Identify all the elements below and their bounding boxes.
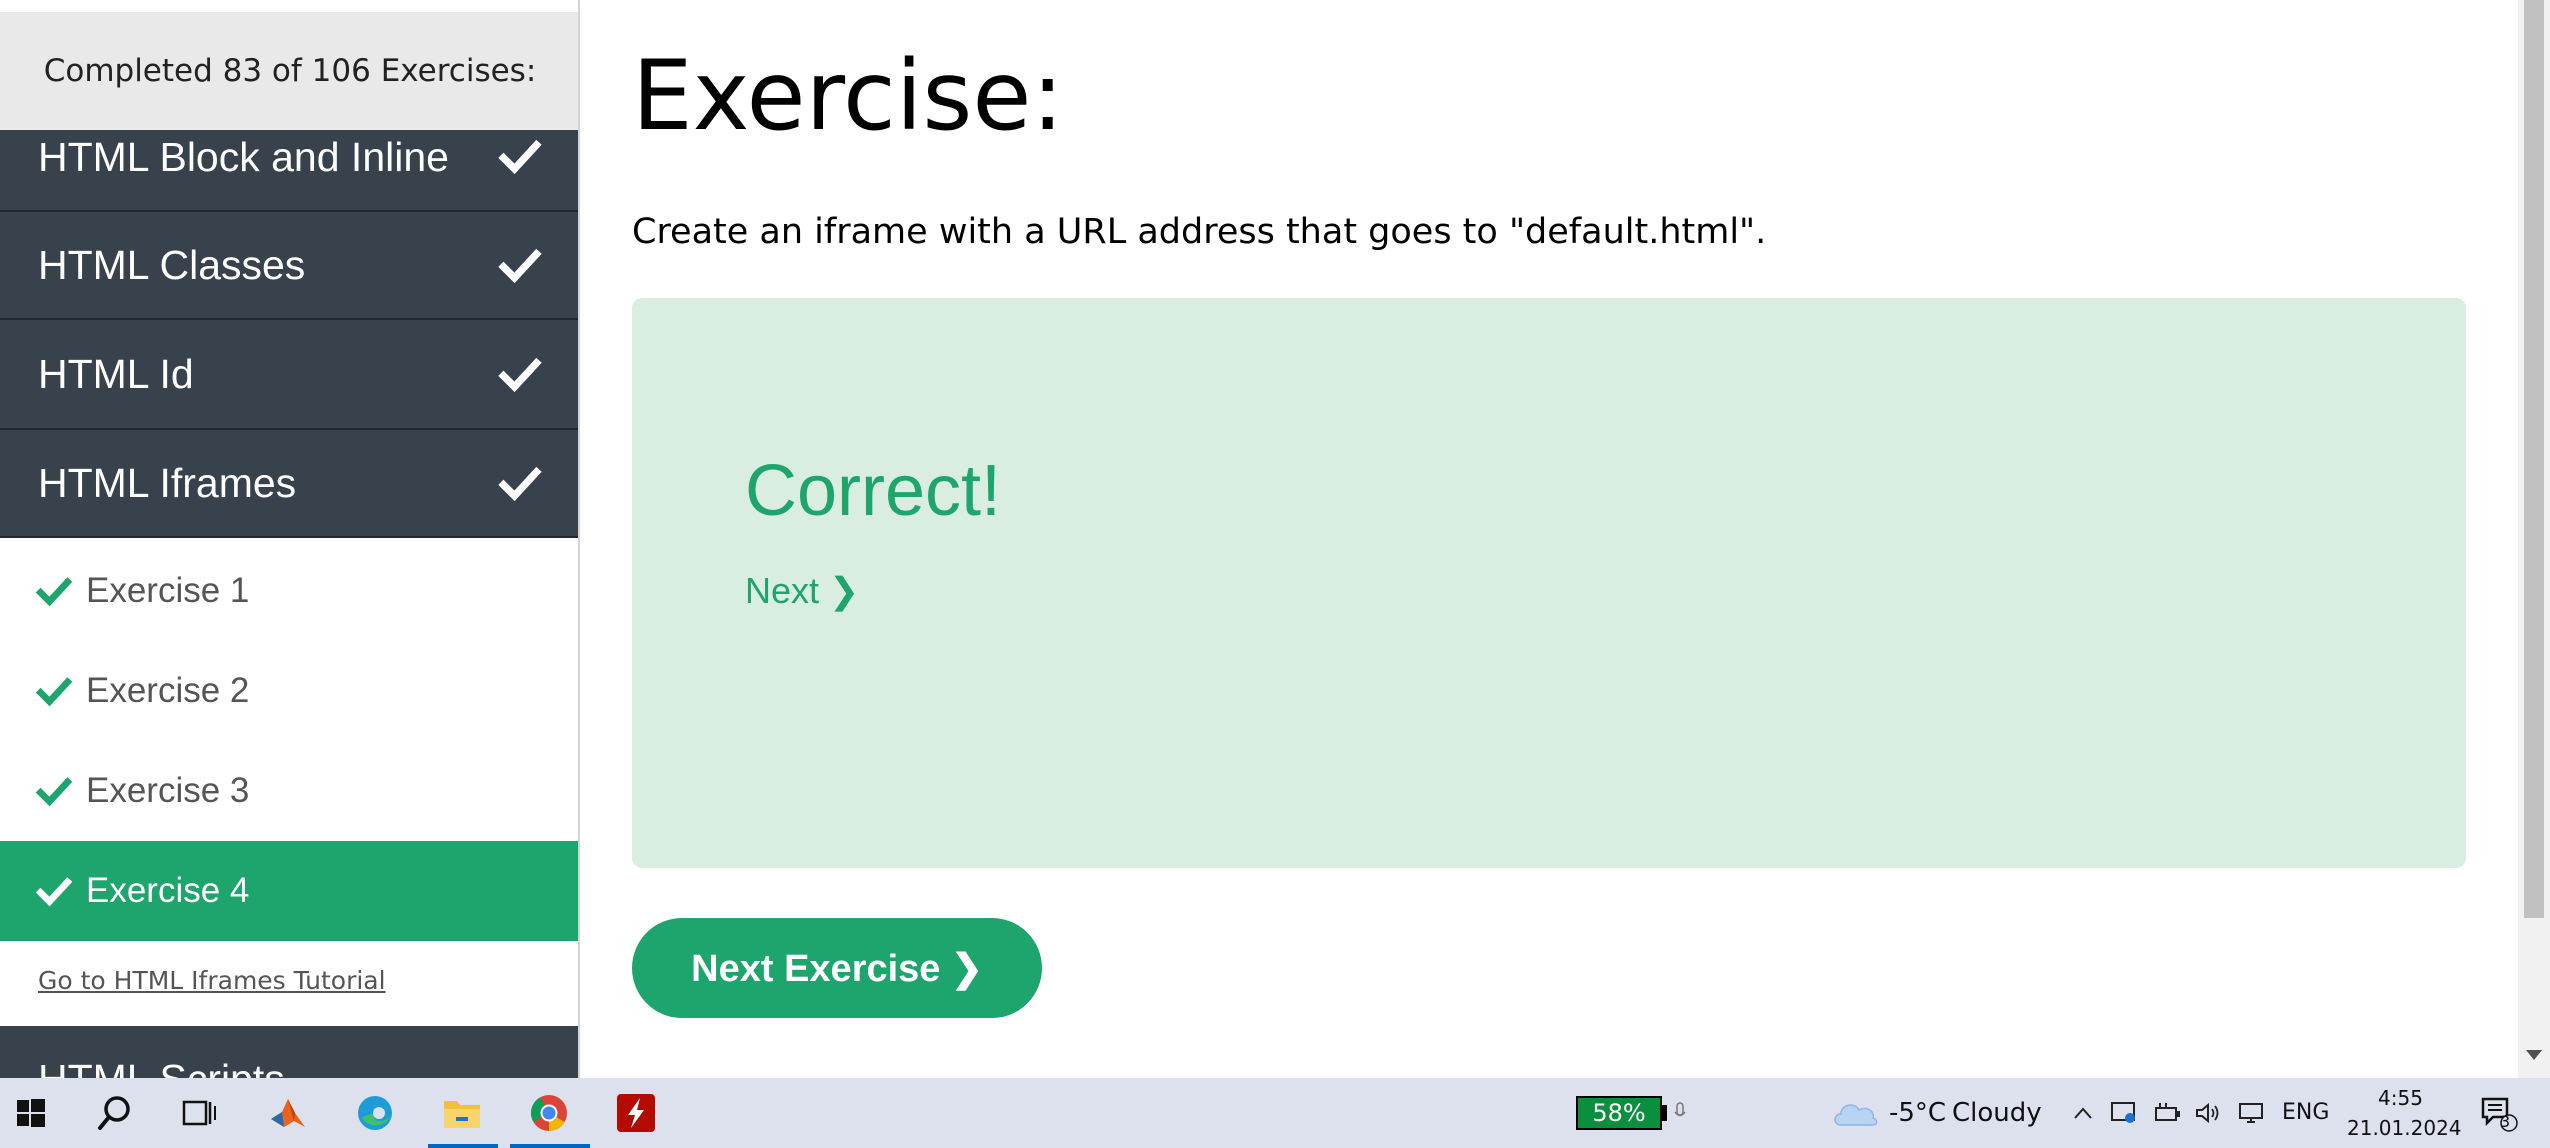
search-icon[interactable] (90, 1088, 140, 1138)
exercise-label: Exercise 2 (86, 671, 250, 710)
chapter-label: HTML Classes (38, 241, 306, 288)
checkmark-icon (36, 877, 72, 907)
next-exercise-button[interactable]: Next Exercise ❯ (632, 918, 1042, 1018)
clock-date[interactable]: 21.01.2024 (2347, 1116, 2462, 1140)
chrome-browser-icon[interactable] (524, 1088, 574, 1138)
microphone-icon[interactable] (1668, 1088, 1692, 1138)
network-icon[interactable] (2236, 1088, 2270, 1138)
checkmark-icon (36, 677, 72, 707)
scrollbar[interactable] (2518, 0, 2550, 1078)
cloudy-weather-icon[interactable] (1828, 1088, 1882, 1138)
sidebar-top-strip (0, 0, 578, 12)
windows-start-icon[interactable] (6, 1088, 56, 1138)
windows-taskbar: 58% -5°C Cloudy ENG 4:55 21.01.2024 3 (0, 1078, 2550, 1148)
result-box: Correct! Next ❯ (632, 298, 2466, 868)
chapter-html-scripts[interactable]: HTML Scripts (0, 1026, 578, 1078)
chevron-up-icon[interactable] (2068, 1088, 2098, 1138)
exercise-item-2[interactable]: Exercise 2 (0, 641, 578, 741)
file-explorer-icon[interactable] (437, 1088, 487, 1138)
checkmark-icon (498, 248, 542, 284)
tutorial-link[interactable]: Go to HTML Iframes Tutorial (38, 966, 386, 995)
chapter-label: HTML Block and Inline (38, 134, 449, 180)
chapter-label: HTML Scripts (38, 1056, 285, 1078)
scroll-down-arrow-icon[interactable] (2526, 1050, 2542, 1060)
chrome-active-indicator (510, 1144, 590, 1148)
exercise-main: Exercise: Create an iframe with a URL ad… (582, 0, 2518, 1078)
exercise-label: Exercise 3 (86, 771, 250, 810)
exercise-sidebar: Completed 83 of 106 Exercises: HTML Bloc… (0, 0, 580, 1078)
chapter-label: HTML Iframes (38, 459, 297, 506)
remote-desktop-icon[interactable] (2108, 1088, 2140, 1138)
exercise-item-4[interactable]: Exercise 4 (0, 841, 578, 941)
exercise-item-3[interactable]: Exercise 3 (0, 741, 578, 841)
checkmark-icon (498, 466, 542, 502)
checkmark-icon (498, 357, 542, 393)
page-title: Exercise: (632, 40, 1064, 152)
chapter-label: HTML Id (38, 350, 194, 397)
exercise-label: Exercise 4 (86, 871, 250, 910)
file-explorer-active-indicator (428, 1144, 498, 1148)
scrollbar-thumb[interactable] (2524, 0, 2544, 918)
volume-icon[interactable] (2192, 1088, 2224, 1138)
checkmark-icon (36, 777, 72, 807)
next-link[interactable]: Next ❯ (745, 570, 859, 612)
exercise-description: Create an iframe with a URL address that… (632, 212, 1767, 252)
checkmark-icon (498, 139, 542, 175)
input-language[interactable]: ENG (2282, 1100, 2329, 1125)
chapter-html-id[interactable]: HTML Id (0, 320, 578, 430)
notification-center-icon[interactable] (2476, 1088, 2522, 1138)
matlab-icon[interactable] (263, 1088, 313, 1138)
weather-temperature[interactable]: -5°C (1889, 1098, 1946, 1128)
chapter-html-iframes[interactable]: HTML Iframes (0, 430, 578, 538)
chapter-html-block-inline[interactable]: HTML Block and Inline (0, 130, 578, 212)
task-view-icon[interactable] (174, 1088, 224, 1138)
progress-box: Completed 83 of 106 Exercises: (0, 12, 578, 130)
checkmark-icon (36, 577, 72, 607)
result-heading: Correct! (745, 451, 1002, 531)
clock-time[interactable]: 4:55 (2378, 1086, 2423, 1110)
progress-text: Completed 83 of 106 Exercises: (43, 53, 537, 89)
battery-tip (1662, 1105, 1667, 1121)
weather-description[interactable]: Cloudy (1952, 1098, 2042, 1128)
exercise-label: Exercise 1 (86, 571, 250, 610)
chapter-html-classes[interactable]: HTML Classes (0, 212, 578, 320)
battery-indicator[interactable]: 58% (1576, 1096, 1662, 1130)
acrobat-reader-icon[interactable] (611, 1088, 661, 1138)
notification-count: 3 (2500, 1112, 2511, 1131)
power-adapter-icon[interactable] (2152, 1088, 2184, 1138)
exercise-item-1[interactable]: Exercise 1 (0, 541, 578, 641)
edge-browser-icon[interactable] (350, 1088, 400, 1138)
